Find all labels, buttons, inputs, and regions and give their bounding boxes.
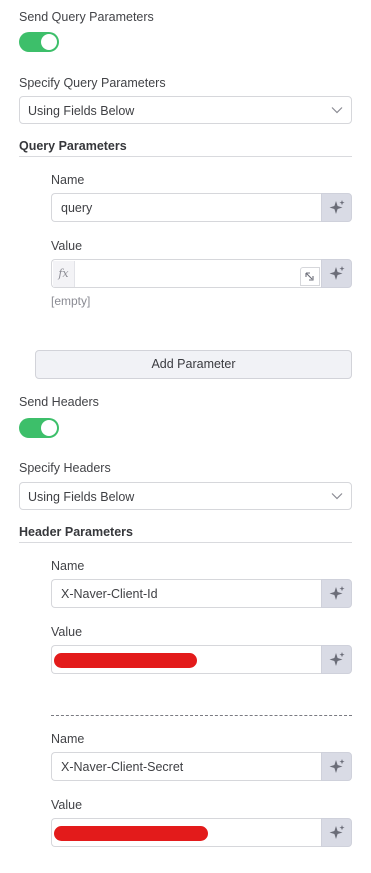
param-value-input[interactable]: fx	[51, 259, 321, 288]
redaction-mark	[54, 653, 197, 668]
add-parameter-button[interactable]: Add Parameter	[35, 350, 352, 379]
param-name-input[interactable]: query	[51, 193, 321, 222]
header-name-input[interactable]: X-Naver-Client-Secret	[51, 752, 321, 781]
expand-editor-button[interactable]	[300, 267, 320, 286]
header-name-value: X-Naver-Client-Id	[61, 587, 158, 601]
expression-fx-icon: fx	[53, 261, 75, 287]
parameter-separator	[51, 715, 352, 716]
select-value: Using Fields Below	[28, 104, 135, 118]
select-value: Using Fields Below	[28, 490, 135, 504]
sparkles-icon	[329, 652, 345, 666]
header-name-label: Name	[51, 559, 85, 573]
toggle-knob	[41, 420, 57, 436]
sparkles-icon	[329, 266, 345, 280]
sparkles-icon	[329, 759, 345, 773]
specify-headers-label: Specify Headers	[19, 461, 111, 475]
header-value-label: Value	[51, 798, 83, 812]
header-name-label: Name	[51, 732, 85, 746]
sparkles-icon	[329, 825, 345, 839]
query-parameters-divider	[19, 156, 352, 157]
sparkles-icon	[329, 586, 345, 600]
header-value-input[interactable]	[51, 818, 321, 847]
ai-assist-button[interactable]	[321, 818, 352, 847]
param-name-label: Name	[51, 173, 85, 187]
sparkles-icon	[329, 200, 345, 214]
send-headers-toggle[interactable]	[19, 418, 59, 438]
ai-assist-button[interactable]	[321, 579, 352, 608]
header-name-input[interactable]: X-Naver-Client-Id	[51, 579, 321, 608]
ai-assist-button[interactable]	[321, 752, 352, 781]
param-value-label: Value	[51, 239, 83, 253]
specify-query-parameters-select[interactable]: Using Fields Below	[19, 96, 352, 124]
expand-icon	[305, 272, 314, 281]
chevron-down-icon	[331, 493, 343, 500]
header-value-input[interactable]	[51, 645, 321, 674]
send-query-parameters-toggle[interactable]	[19, 32, 59, 52]
header-name-value: X-Naver-Client-Secret	[61, 760, 184, 774]
ai-assist-button[interactable]	[321, 259, 352, 288]
redaction-mark	[54, 826, 208, 841]
ai-assist-button[interactable]	[321, 193, 352, 222]
empty-value-hint: [empty]	[51, 294, 91, 308]
specify-query-parameters-label: Specify Query Parameters	[19, 76, 166, 90]
ai-assist-button[interactable]	[321, 645, 352, 674]
chevron-down-icon	[331, 107, 343, 114]
toggle-knob	[41, 34, 57, 50]
header-value-label: Value	[51, 625, 83, 639]
param-name-value: query	[61, 201, 93, 215]
query-parameters-title: Query Parameters	[19, 139, 127, 153]
specify-headers-select[interactable]: Using Fields Below	[19, 482, 352, 510]
header-parameters-title: Header Parameters	[19, 525, 133, 539]
send-query-parameters-label: Send Query Parameters	[19, 10, 154, 24]
header-parameters-divider	[19, 542, 352, 543]
send-headers-label: Send Headers	[19, 395, 99, 409]
